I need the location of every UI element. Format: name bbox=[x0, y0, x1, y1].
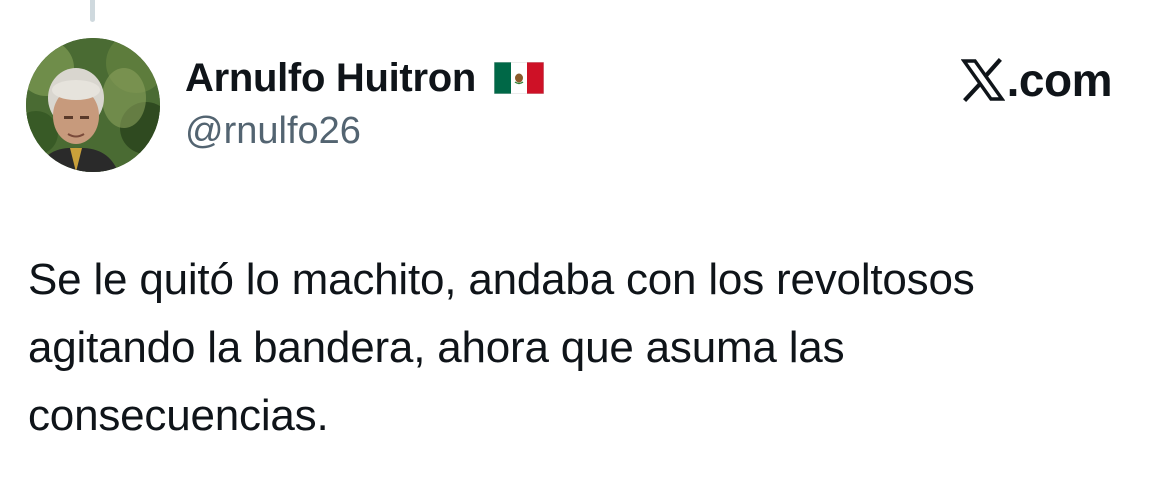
avatar[interactable] bbox=[26, 38, 160, 172]
author-handle[interactable]: @rnulfo26 bbox=[185, 108, 361, 154]
watermark: .com bbox=[960, 52, 1113, 108]
author-name-row: Arnulfo Huitron bbox=[185, 54, 544, 102]
author-display-name[interactable]: Arnulfo Huitron bbox=[185, 54, 476, 102]
x-logo-icon bbox=[960, 58, 1005, 102]
tweet-text: Se le quitó lo machito, andaba con los r… bbox=[28, 255, 975, 440]
mexico-flag-icon bbox=[494, 62, 544, 94]
watermark-domain-text: .com bbox=[1006, 54, 1113, 106]
thread-connector-line bbox=[90, 0, 95, 22]
avatar-photo bbox=[26, 38, 160, 172]
